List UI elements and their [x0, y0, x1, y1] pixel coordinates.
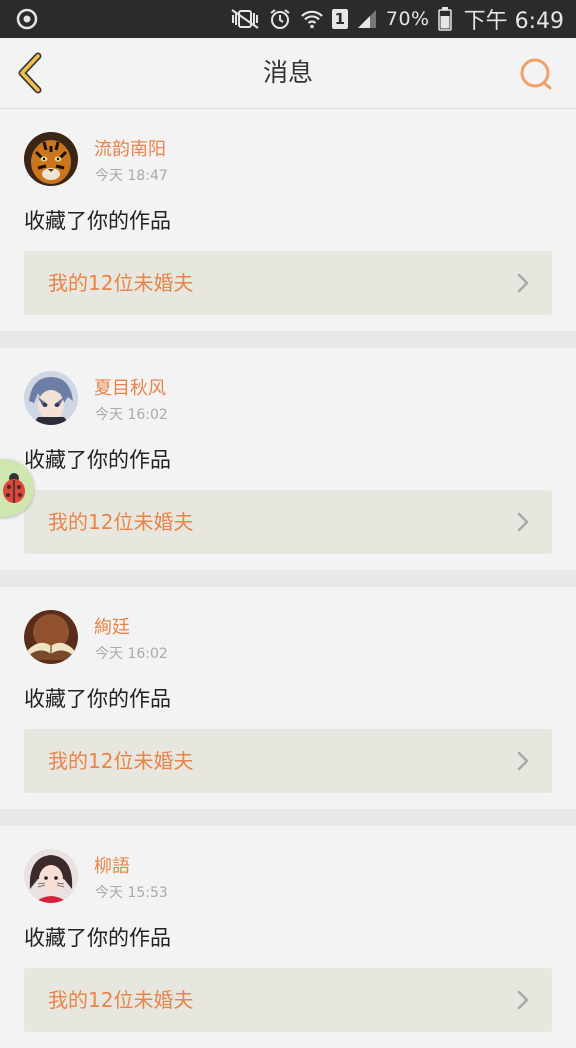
- clock: 下午 6:49: [463, 9, 564, 34]
- username[interactable]: 絢廷: [94, 613, 130, 639]
- action-text: 收藏了你的作品: [24, 687, 171, 711]
- alarm-icon: [270, 9, 290, 29]
- message-card: 夏目秋风 今天 16:02 收藏了你的作品 我的12位未婚夫: [0, 348, 576, 570]
- divider: [0, 809, 576, 826]
- divider: [0, 570, 576, 587]
- message-card: 柳語 今天 15:53 收藏了你的作品 我的12位未婚夫: [0, 826, 576, 1048]
- book-avatar[interactable]: [24, 610, 78, 664]
- action-text: 收藏了你的作品: [24, 209, 171, 233]
- username[interactable]: 流韵南阳: [94, 135, 166, 161]
- status-bar: 1 70% 下午 6:49: [0, 0, 576, 38]
- tiger-avatar[interactable]: [24, 132, 78, 186]
- wifi-icon: [301, 10, 323, 29]
- timestamp: 今天 16:02: [95, 646, 168, 662]
- work-link[interactable]: 我的12位未婚夫: [24, 490, 552, 554]
- page-title: 消息: [262, 58, 313, 87]
- app-bar: 消息: [0, 38, 576, 109]
- chevron-right-icon: [517, 512, 529, 532]
- ladybug-icon: [3, 473, 25, 503]
- timestamp: 今天 16:02: [95, 407, 168, 423]
- message-card: 流韵南阳 今天 18:47 收藏了你的作品 我的12位未婚夫: [0, 109, 576, 331]
- divider: [0, 331, 576, 348]
- anime-boy-avatar[interactable]: [24, 371, 78, 425]
- work-link[interactable]: 我的12位未婚夫: [24, 729, 552, 793]
- eye-icon: [16, 8, 38, 30]
- chevron-right-icon: [517, 990, 529, 1010]
- action-text: 收藏了你的作品: [24, 926, 171, 950]
- timestamp: 今天 18:47: [95, 168, 168, 184]
- work-link[interactable]: 我的12位未婚夫: [24, 251, 552, 315]
- work-title: 我的12位未婚夫: [48, 271, 194, 295]
- timestamp: 今天 15:53: [95, 885, 168, 901]
- signal-icon: [357, 10, 376, 28]
- message-card: 絢廷 今天 16:02 收藏了你的作品 我的12位未婚夫: [0, 587, 576, 809]
- sim-indicator: 1: [331, 9, 348, 29]
- work-link[interactable]: 我的12位未婚夫: [24, 968, 552, 1032]
- vibrate-mute-icon: [231, 9, 259, 29]
- battery-icon: [437, 7, 452, 31]
- action-text: 收藏了你的作品: [24, 448, 171, 472]
- work-title: 我的12位未婚夫: [48, 749, 194, 773]
- search-icon[interactable]: [518, 56, 554, 92]
- username[interactable]: 夏目秋风: [94, 374, 166, 400]
- work-title: 我的12位未婚夫: [48, 988, 194, 1012]
- girl-avatar[interactable]: [24, 849, 78, 903]
- work-title: 我的12位未婚夫: [48, 510, 194, 534]
- chevron-right-icon: [517, 273, 529, 293]
- chevron-right-icon: [517, 751, 529, 771]
- username[interactable]: 柳語: [94, 852, 130, 878]
- message-list: 流韵南阳 今天 18:47 收藏了你的作品 我的12位未婚夫 夏目秋风 今天 1…: [0, 109, 576, 1048]
- status-icons: 1 70% 下午 6:49: [230, 0, 564, 38]
- battery-percent: 70%: [385, 8, 430, 30]
